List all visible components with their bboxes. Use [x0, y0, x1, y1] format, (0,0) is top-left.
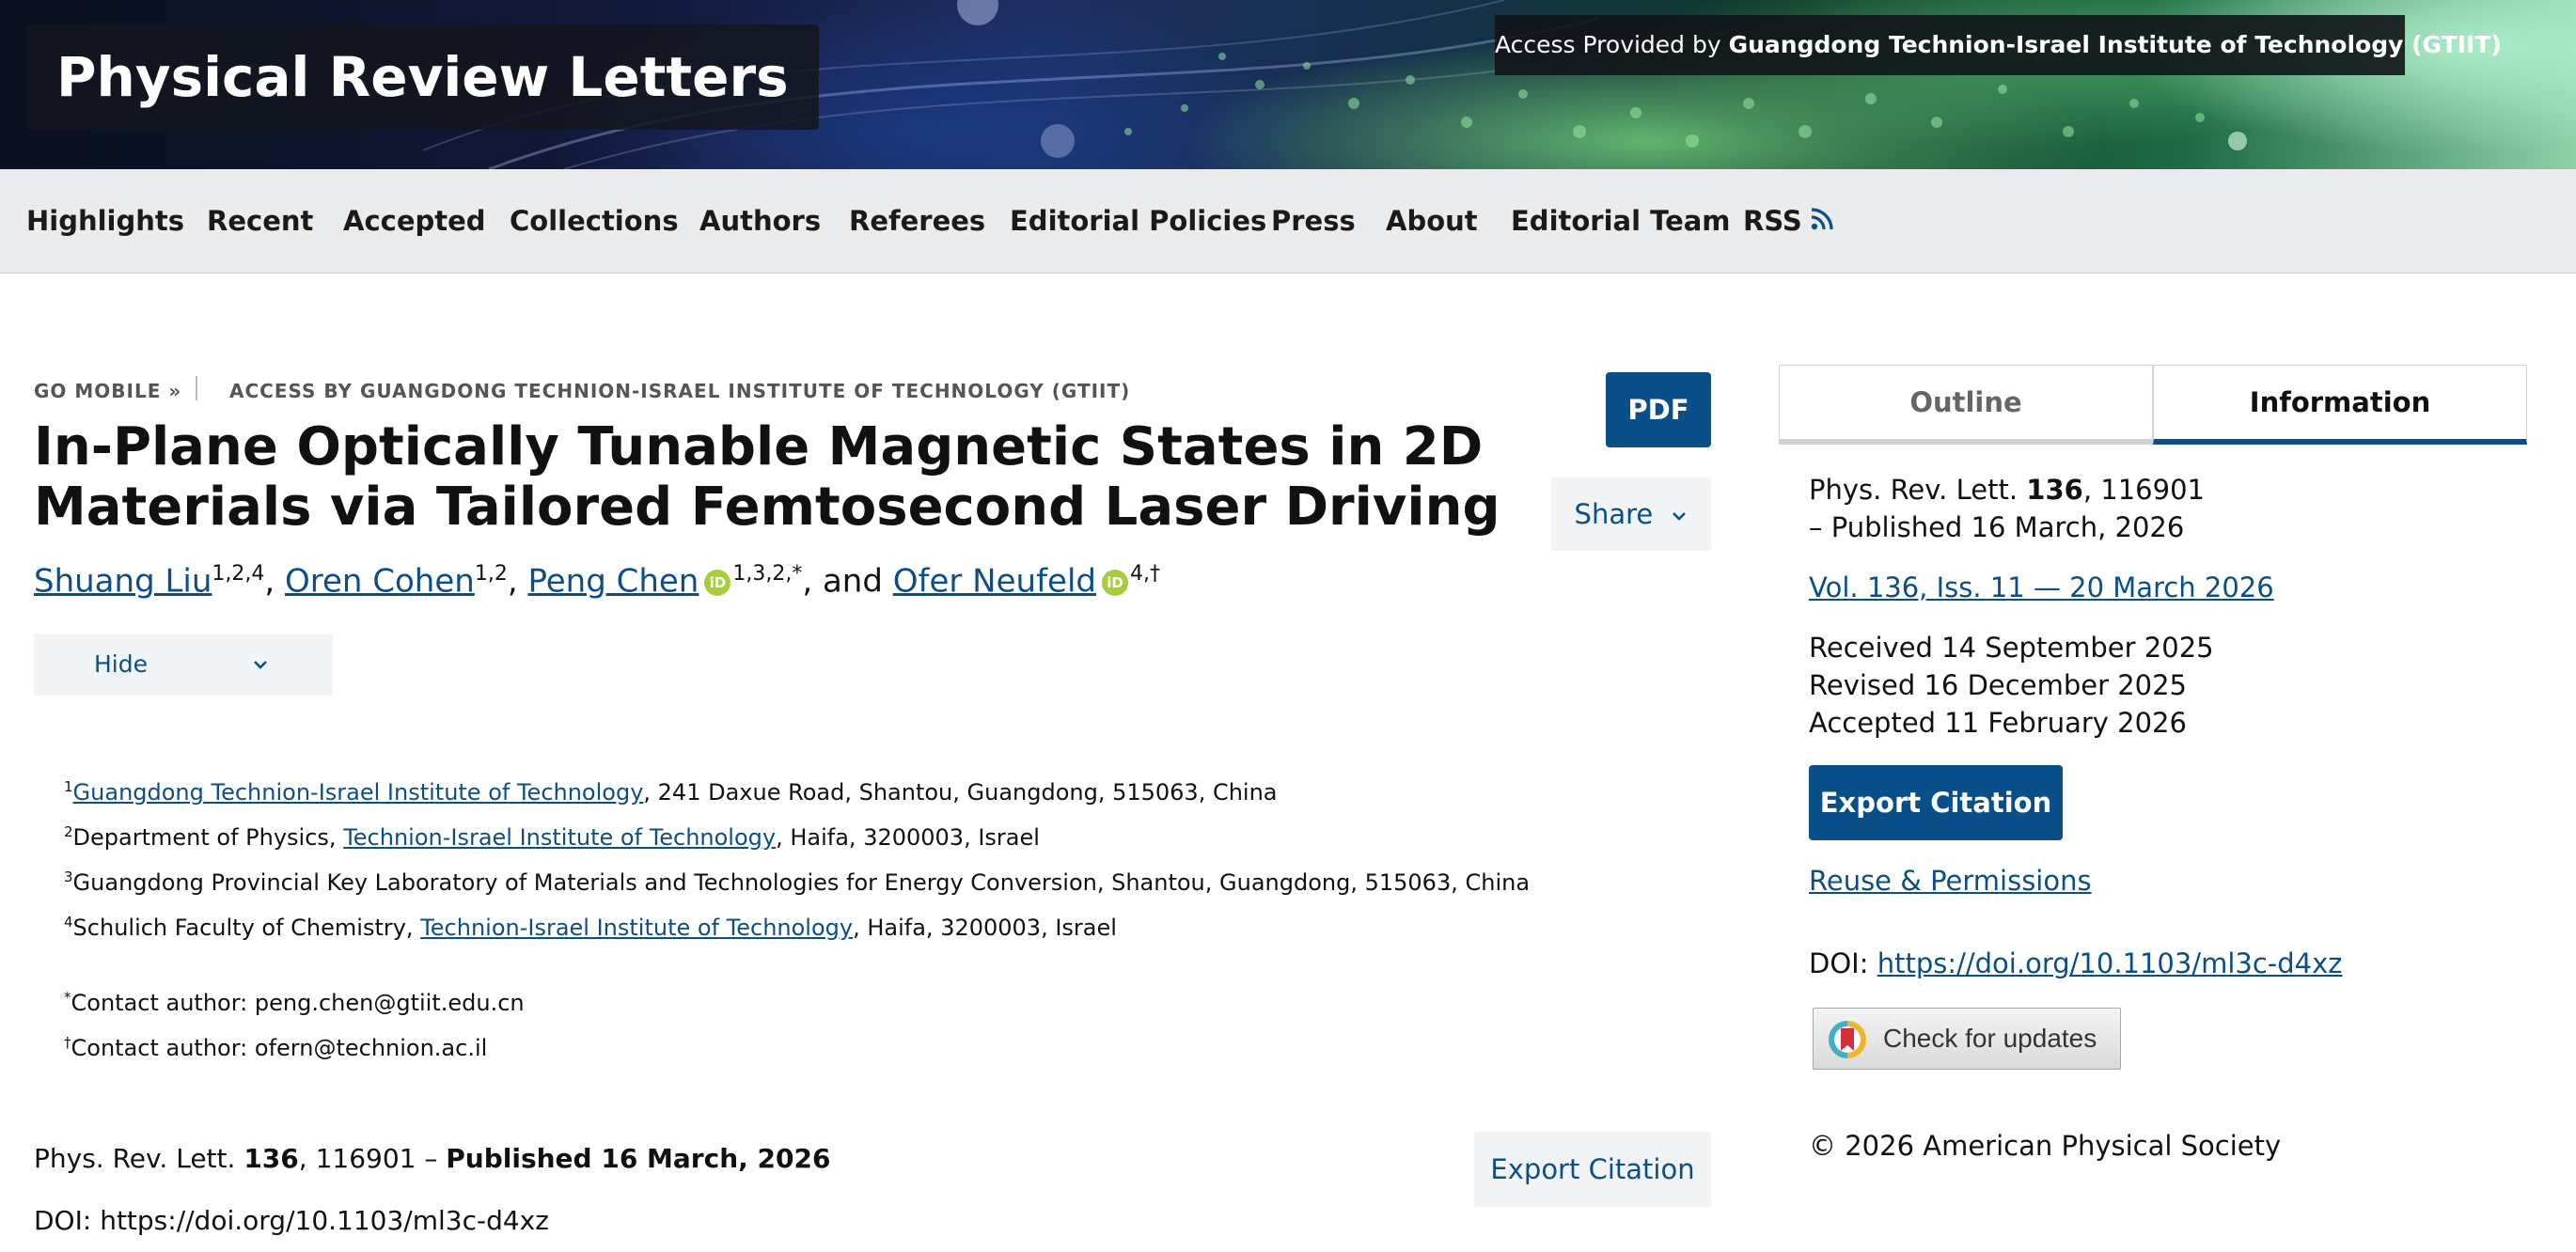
- nav-press[interactable]: Press: [1271, 169, 1356, 273]
- hide-affiliations-button[interactable]: Hide: [34, 634, 333, 696]
- contact-marker: *: [64, 989, 71, 1006]
- affiliation-address: , 241 Daxue Road, Shantou, Guangdong, 51…: [643, 779, 1278, 806]
- main-nav: Highlights Recent Accepted Collections A…: [0, 169, 2576, 274]
- contact-author-1: *Contact author: peng.chen@gtiit.edu.cn: [64, 989, 525, 1016]
- nav-about[interactable]: About: [1386, 169, 1478, 273]
- access-institution: Guangdong Technion-Israel Institute of T…: [1728, 31, 2502, 58]
- rss-icon: [1811, 208, 1833, 230]
- contact-text: Contact author: peng.chen@gtiit.edu.cn: [71, 990, 525, 1016]
- article-title: In-Plane Optically Tunable Magnetic Stat…: [34, 417, 1500, 538]
- info-citation: Phys. Rev. Lett. 136, 116901: [1809, 474, 2205, 506]
- doi-line: DOI: https://doi.org/10.1103/ml3c-d4xz: [34, 1205, 549, 1236]
- crossmark-icon: [1829, 1021, 1866, 1058]
- affiliation-link[interactable]: Technion-Israel Institute of Technology: [420, 915, 853, 941]
- author-conjunction: , and: [802, 562, 893, 601]
- orcid-icon[interactable]: iD: [704, 569, 731, 596]
- export-citation-button-secondary[interactable]: Export Citation: [1474, 1132, 1711, 1207]
- copyright: © 2026 American Physical Society: [1809, 1130, 2282, 1162]
- export-citation-button[interactable]: Export Citation: [1809, 765, 2063, 840]
- nav-editorial-team[interactable]: Editorial Team: [1511, 169, 1731, 273]
- chevron-down-icon: [254, 661, 267, 669]
- reuse-link-wrap: Reuse & Permissions: [1809, 865, 2092, 897]
- nav-rss-label: RSS: [1743, 205, 1802, 237]
- author-affiliation-sup: 1,2: [474, 562, 508, 586]
- affiliation-text: Guangdong Provincial Key Laboratory of M…: [72, 869, 1531, 896]
- author-link-ofer-neufeld[interactable]: Ofer Neufeld: [893, 562, 1096, 600]
- affiliation-2: 2Department of Physics, Technion-Israel …: [64, 823, 1040, 851]
- citation-line: Phys. Rev. Lett. 136, 116901 – Published…: [34, 1143, 830, 1174]
- article-title-line-1: In-Plane Optically Tunable Magnetic Stat…: [34, 416, 1484, 477]
- header-banner: Physical Review Letters Access Provided …: [0, 0, 2576, 169]
- citation-article-no: , 116901 –: [298, 1143, 447, 1174]
- author-link-oren-cohen[interactable]: Oren Cohen: [285, 562, 475, 600]
- doi-link[interactable]: https://doi.org/10.1103/ml3c-d4xz: [1877, 947, 2343, 979]
- access-note: ACCESS BY GUANGDONG TECHNION-ISRAEL INST…: [229, 380, 1131, 402]
- affiliation-3: 3Guangdong Provincial Key Laboratory of …: [64, 869, 1530, 896]
- breadcrumb-divider: [196, 376, 197, 400]
- author-link-shuang-liu[interactable]: Shuang Liu: [34, 562, 212, 600]
- info-volume: 136: [2026, 474, 2083, 506]
- affiliation-link[interactable]: Technion-Israel Institute of Technology: [343, 824, 776, 851]
- check-for-updates-button[interactable]: Check for updates: [1813, 1008, 2121, 1070]
- share-label: Share: [1574, 498, 1654, 530]
- access-prefix: Access Provided by: [1495, 31, 1729, 58]
- issue-link[interactable]: Vol. 136, Iss. 11 — 20 March 2026: [1809, 571, 2274, 603]
- info-revised: Revised 16 December 2025: [1809, 669, 2188, 701]
- info-published: – Published 16 March, 2026: [1809, 511, 2185, 543]
- contact-author-2: †Contact author: ofern@technion.ac.il: [64, 1034, 487, 1061]
- nav-highlights[interactable]: Highlights: [26, 169, 184, 273]
- citation-published: Published 16 March, 2026: [446, 1143, 831, 1174]
- nav-accepted[interactable]: Accepted: [343, 169, 486, 273]
- nav-rss[interactable]: RSS: [1743, 169, 1834, 273]
- nav-authors[interactable]: Authors: [699, 169, 821, 273]
- orcid-icon[interactable]: iD: [1102, 569, 1128, 596]
- reuse-permissions-link[interactable]: Reuse & Permissions: [1809, 865, 2092, 897]
- info-doi: DOI: https://doi.org/10.1103/ml3c-d4xz: [1809, 947, 2343, 979]
- author-affiliation-sup: 1,3,2,*: [732, 562, 803, 586]
- chevron-down-icon: [1673, 512, 1687, 521]
- info-accepted: Accepted 11 February 2026: [1809, 707, 2187, 739]
- article-title-line-2: Materials via Tailored Femtosecond Laser…: [34, 477, 1500, 538]
- share-button[interactable]: Share: [1551, 477, 1711, 551]
- go-mobile-link[interactable]: GO MOBILE »: [34, 380, 181, 402]
- nav-referees[interactable]: Referees: [849, 169, 985, 273]
- nav-collections[interactable]: Collections: [510, 169, 679, 273]
- affiliation-link[interactable]: Guangdong Technion-Israel Institute of T…: [73, 779, 644, 806]
- affiliation-number: 1: [64, 778, 73, 795]
- affiliation-dept: Schulich Faculty of Chemistry,: [72, 915, 421, 941]
- author-link-peng-chen[interactable]: Peng Chen: [527, 562, 699, 600]
- info-received: Received 14 September 2025: [1809, 632, 2214, 664]
- affiliation-number: 3: [64, 869, 73, 885]
- affiliation-1: 1Guangdong Technion-Israel Institute of …: [64, 778, 1278, 806]
- author-affiliation-sup: 4,†: [1130, 562, 1160, 586]
- citation-volume: 136: [243, 1143, 299, 1174]
- tab-outline[interactable]: Outline: [1779, 365, 2153, 445]
- journal-title[interactable]: Physical Review Letters: [26, 24, 819, 130]
- info-journal: Phys. Rev. Lett.: [1809, 474, 2027, 506]
- access-provided-banner: Access Provided by Guangdong Technion-Is…: [1495, 15, 2502, 75]
- author-affiliation-sup: 1,2,4: [212, 562, 265, 586]
- citation-journal: Phys. Rev. Lett.: [34, 1143, 244, 1174]
- affiliation-4: 4Schulich Faculty of Chemistry, Technion…: [64, 914, 1117, 941]
- affiliation-number: 4: [64, 914, 73, 931]
- nav-editorial-policies[interactable]: Editorial Policies: [1010, 169, 1266, 273]
- contact-text: Contact author: ofern@technion.ac.il: [71, 1035, 488, 1061]
- tab-information[interactable]: Information: [2153, 365, 2527, 445]
- doi-prefix: DOI:: [1809, 947, 1877, 979]
- affiliation-address: , Haifa, 3200003, Israel: [776, 824, 1040, 851]
- pdf-button[interactable]: PDF: [1606, 372, 1711, 447]
- nav-recent[interactable]: Recent: [207, 169, 313, 273]
- check-for-updates-label: Check for updates: [1883, 1024, 2097, 1053]
- affiliation-number: 2: [64, 823, 73, 840]
- affiliation-address: , Haifa, 3200003, Israel: [853, 915, 1117, 941]
- hide-label: Hide: [94, 650, 148, 678]
- issue-link-wrap: Vol. 136, Iss. 11 — 20 March 2026: [1809, 571, 2274, 603]
- info-article-no: , 116901: [2082, 474, 2205, 506]
- affiliation-dept: Department of Physics,: [72, 824, 344, 851]
- contact-marker: †: [64, 1034, 71, 1051]
- author-list: Shuang Liu1,2,4, Oren Cohen1,2, Peng Che…: [34, 562, 1160, 601]
